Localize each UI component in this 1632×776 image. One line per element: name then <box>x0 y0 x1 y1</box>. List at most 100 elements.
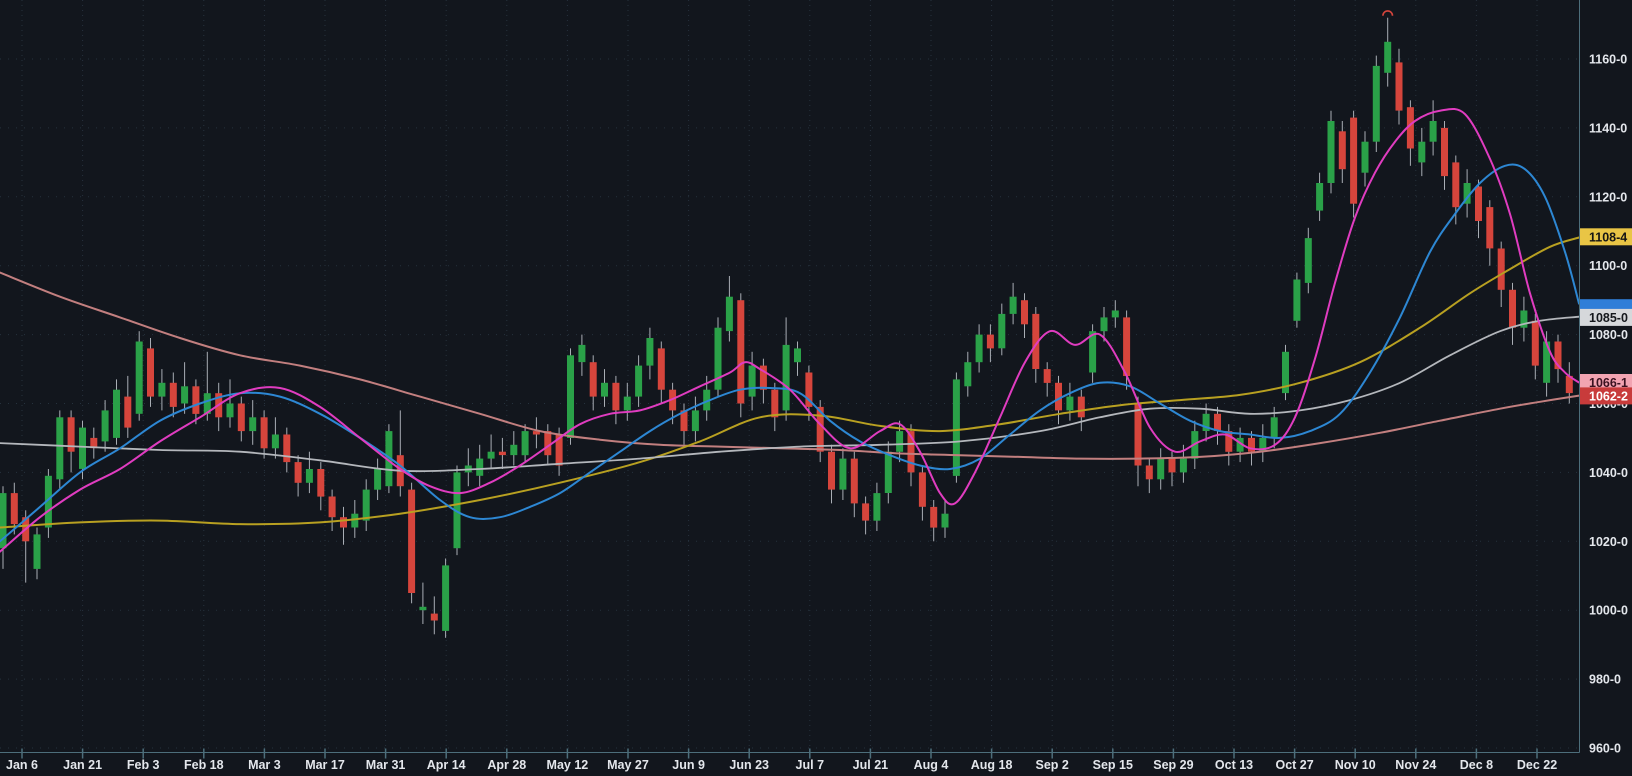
candle-down <box>828 451 835 490</box>
candle-down <box>1043 369 1051 383</box>
candle-up <box>623 396 631 411</box>
candle-up <box>1327 121 1335 183</box>
candle-up <box>884 451 892 493</box>
candle-down <box>918 472 926 507</box>
candle-down <box>10 493 18 525</box>
candle-down <box>147 348 154 397</box>
candle-up <box>1293 279 1301 321</box>
price-tick-label: 960-0 <box>1589 742 1621 756</box>
candle-up <box>374 469 382 490</box>
time-tick-label: Dec 22 <box>1517 758 1557 772</box>
candle-down <box>986 334 994 349</box>
candle-down <box>612 382 620 411</box>
candle-up <box>113 389 120 438</box>
svg-text:1085-0: 1085-0 <box>1589 311 1628 325</box>
time-tick-label: Apr 14 <box>427 758 466 772</box>
candle-up <box>998 313 1006 349</box>
candle-up <box>56 417 64 480</box>
time-tick-label: Jul 21 <box>853 758 888 772</box>
candle-up <box>601 382 608 397</box>
time-tick-label: Aug 18 <box>971 758 1013 772</box>
time-tick-label: Jun 9 <box>672 758 705 772</box>
candle-up <box>419 606 427 611</box>
price-tick-label: 1040-0 <box>1589 466 1628 480</box>
candle-up <box>33 534 41 569</box>
candle-up <box>748 365 756 397</box>
price-badge-ma-gray: 1085-0 <box>1580 308 1632 326</box>
candle-up <box>1429 121 1437 142</box>
candle-down <box>589 362 597 397</box>
time-tick-label: May 12 <box>547 758 589 772</box>
candle-up <box>101 410 109 442</box>
candle-up <box>521 431 529 456</box>
candle-up <box>635 365 643 397</box>
candle-down <box>340 517 347 528</box>
time-tick-label: Oct 13 <box>1215 758 1253 772</box>
candle-up <box>1372 65 1380 142</box>
candle-up <box>1157 458 1165 480</box>
time-tick-label: Oct 27 <box>1275 758 1313 772</box>
candle-up <box>79 427 86 469</box>
time-tick-label: Nov 10 <box>1335 758 1376 772</box>
candle-down <box>1441 127 1448 177</box>
candle-down <box>862 503 870 521</box>
candle-down <box>1531 320 1539 366</box>
candle-down <box>1452 162 1460 208</box>
time-tick-label: Jan 6 <box>6 758 38 772</box>
candle-down <box>1021 300 1028 325</box>
candle-up <box>646 338 654 366</box>
price-badge-ma-rose: 1062-2 <box>1580 387 1632 405</box>
candle-down <box>1395 62 1403 111</box>
chart-canvas[interactable]: 1160-01140-01120-01100-01080-01060-01040… <box>0 0 1632 776</box>
time-tick-label: Feb 18 <box>184 758 224 772</box>
time-tick-label: Mar 3 <box>248 758 281 772</box>
candle-up <box>510 444 518 456</box>
candle-down <box>1214 413 1221 431</box>
time-tick-label: Sep 15 <box>1093 758 1133 772</box>
time-tick-label: Jul 7 <box>796 758 825 772</box>
candle-down <box>408 489 416 593</box>
candle-down <box>771 389 779 418</box>
candle-down <box>1509 289 1516 328</box>
candle-down <box>1168 458 1176 473</box>
candle-down <box>192 386 200 414</box>
candle-up <box>271 434 279 449</box>
candle-up <box>578 344 586 363</box>
candle-up <box>896 431 904 452</box>
candle-up <box>1179 458 1187 473</box>
candle-down <box>1350 117 1358 204</box>
candle-up <box>135 341 143 414</box>
candle-down <box>930 506 938 528</box>
candle-up <box>181 386 189 404</box>
price-tick-label: 1080-0 <box>1589 328 1628 342</box>
time-tick-label: May 27 <box>607 758 649 772</box>
candle-down <box>850 458 858 504</box>
time-tick-label: Sep 2 <box>1036 758 1069 772</box>
candle-up <box>839 458 847 490</box>
candle-down <box>294 462 302 483</box>
price-tick-label: 1160-0 <box>1589 53 1627 67</box>
candle-down <box>124 396 132 428</box>
candle-up <box>782 344 790 411</box>
candle-up <box>476 458 484 476</box>
candle-down <box>260 417 268 449</box>
price-axis[interactable]: 1160-01140-01120-01100-01080-01060-01040… <box>1579 0 1632 776</box>
time-tick-label: Mar 31 <box>366 758 406 772</box>
candle-down <box>1077 396 1085 418</box>
candle-up <box>941 513 949 528</box>
candle-up <box>1111 310 1119 318</box>
candle-down <box>1123 317 1131 376</box>
candle-up <box>1009 296 1017 314</box>
price-tick-label: 1000-0 <box>1589 604 1628 618</box>
price-tick-label: 1140-0 <box>1589 121 1627 135</box>
candle-up <box>794 348 801 363</box>
candle-up <box>158 382 166 397</box>
candle-up <box>567 355 574 438</box>
time-tick-label: Sep 29 <box>1153 758 1193 772</box>
candle-down <box>283 434 291 463</box>
candle-down <box>1475 186 1482 221</box>
candle-up <box>1316 183 1324 211</box>
candlestick-chart[interactable]: 1160-01140-01120-01100-01080-01060-01040… <box>0 0 1632 776</box>
candle-up <box>691 410 699 432</box>
candle-up <box>952 379 960 476</box>
